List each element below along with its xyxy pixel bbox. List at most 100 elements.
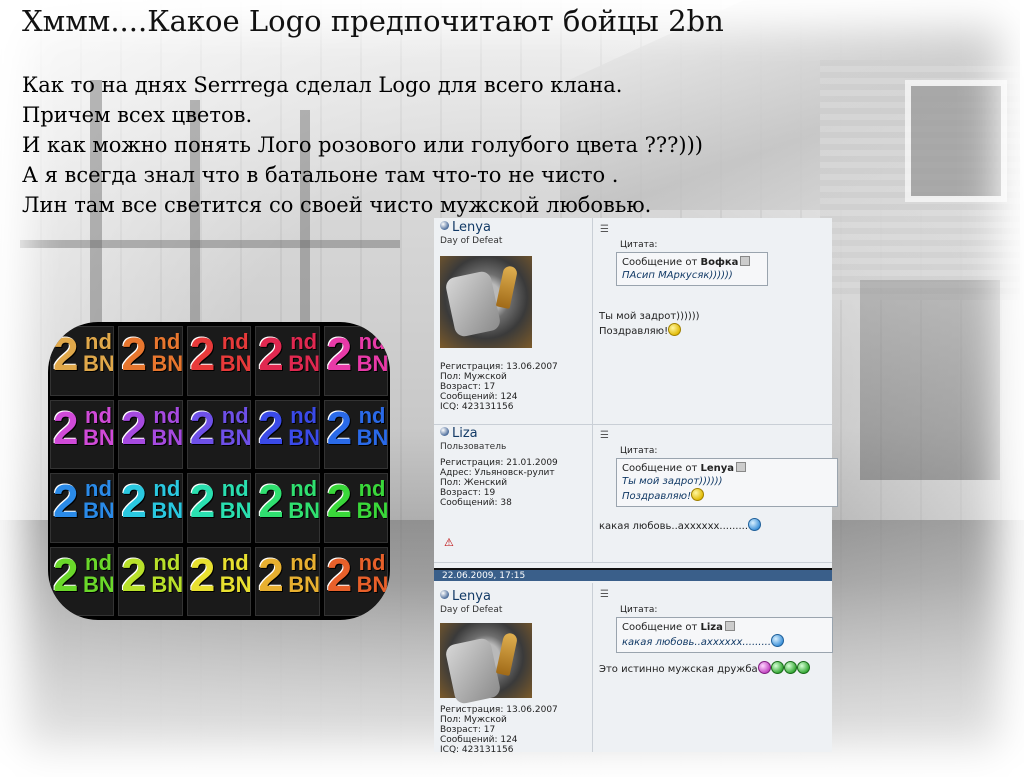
- user-pane: Lenya Day of Defeat Регистрация: 13.06.2…: [434, 218, 593, 424]
- logo-bn: BN: [219, 571, 252, 597]
- user-rank: Пользователь: [440, 442, 507, 452]
- logo-bn: BN: [151, 571, 183, 597]
- logo-suffix: nd: [221, 402, 249, 428]
- quote-text: Поздравляю!: [622, 488, 832, 503]
- logo-bn: BN: [83, 351, 115, 376]
- logo-suffix: nd: [290, 402, 318, 428]
- logo-number: 2: [53, 328, 79, 380]
- logo-tile: 2nd BN: [255, 546, 320, 616]
- smiley-icon: [796, 661, 810, 674]
- message-pane: ☰ Цитата: Сообщение от Liza какая любовь…: [596, 583, 833, 752]
- logo-suffix: nd: [85, 549, 112, 575]
- info-line: Пол: Женский: [440, 478, 508, 488]
- info-line: Сообщений: 124: [440, 392, 518, 402]
- house-doorway: [860, 280, 1000, 480]
- logo-bn: BN: [151, 498, 183, 523]
- logo-bn: BN: [288, 498, 320, 523]
- username-text: Lenya: [452, 220, 491, 235]
- logo-suffix: nd: [221, 549, 249, 575]
- info-line: Пол: Мужской: [440, 715, 507, 725]
- logo-number: 2: [326, 475, 353, 527]
- username-link[interactable]: Liza: [440, 426, 478, 441]
- logo-number: 2: [258, 401, 284, 454]
- status-icon: [440, 221, 449, 230]
- logo-number: 2: [189, 548, 216, 601]
- forum-screenshot: Lenya Day of Defeat Регистрация: 13.06.2…: [434, 218, 838, 755]
- logo-tile: 2nd BN: [50, 326, 115, 396]
- forum-post: Lenya Day of Defeat Регистрация: 13.06.2…: [434, 218, 832, 425]
- logo-suffix: nd: [153, 402, 181, 428]
- quote-author: Сообщение от Lenya: [622, 462, 832, 475]
- logo-number: 2: [121, 328, 147, 380]
- logo-number: 2: [189, 475, 216, 527]
- caption-line: Лин там все светится со своей чисто мужс…: [22, 193, 652, 217]
- logo-suffix: nd: [358, 549, 386, 575]
- logo-tile: 2nd BN: [323, 399, 388, 469]
- quote-label: Цитата:: [620, 240, 658, 250]
- caption-line: Как то на днях Serrrega сделал Logo для …: [22, 73, 623, 97]
- info-line: Сообщений: 124: [440, 735, 518, 745]
- page-title: Хммм....Какое Logo предпочитают бойцы 2b…: [22, 4, 724, 38]
- quote-text: какая любовь..ахххххх.........: [622, 634, 827, 649]
- logo-bn: BN: [356, 498, 388, 523]
- logo-suffix: nd: [221, 476, 249, 501]
- user-info: Регистрация: 21.01.2009 Адрес: Ульяновск…: [440, 458, 558, 508]
- status-icon: [440, 427, 449, 436]
- logo-tile: 2nd BN: [118, 399, 183, 469]
- page-icon: ☰: [600, 589, 609, 600]
- post-date-bar: 22.06.2009, 17:15: [434, 568, 832, 581]
- quote-box: Сообщение от Liza какая любовь..ахххххх.…: [616, 617, 833, 653]
- report-icon[interactable]: ⚠: [444, 536, 454, 549]
- logo-suffix: nd: [85, 476, 112, 501]
- logo-tile: 2nd BN: [118, 546, 183, 616]
- info-line: Регистрация: 13.06.2007: [440, 705, 558, 715]
- logo-bn: BN: [83, 498, 115, 523]
- logo-number: 2: [53, 401, 79, 454]
- username-link[interactable]: Lenya: [440, 220, 491, 235]
- quote-author: Сообщение от Liza: [622, 621, 827, 634]
- info-line: Сообщений: 38: [440, 498, 512, 508]
- user-rank: Day of Defeat: [440, 236, 503, 246]
- logo-tile: 2nd BN: [255, 326, 320, 396]
- logo-suffix: nd: [153, 476, 181, 501]
- logo-suffix: nd: [290, 476, 318, 501]
- logo-tile: 2nd BN: [255, 399, 320, 469]
- logo-tile: 2nd BN: [323, 326, 388, 396]
- logo-tile: 2nd BN: [50, 399, 115, 469]
- logo-number: 2: [189, 328, 216, 380]
- forum-post: Lenya Day of Defeat Регистрация: 13.06.2…: [434, 583, 833, 755]
- view-post-icon[interactable]: [724, 621, 735, 631]
- avatar: [440, 256, 532, 348]
- logo-number: 2: [326, 548, 353, 601]
- logo-suffix: nd: [221, 329, 249, 354]
- logo-bn: BN: [356, 351, 388, 376]
- logo-bn: BN: [151, 424, 183, 450]
- logo-number: 2: [258, 475, 284, 527]
- house-window: [905, 80, 1007, 202]
- smiley-icon: [771, 634, 785, 647]
- logo-suffix: nd: [85, 402, 112, 428]
- caption-line: Причем всех цветов.: [22, 103, 253, 127]
- username-link[interactable]: Lenya: [440, 589, 491, 604]
- logo-tile: 2nd BN: [50, 473, 115, 543]
- logo-bn: BN: [288, 351, 320, 376]
- message-pane: ☰ Цитата: Сообщение от Вофка ПАсип МАрку…: [596, 218, 832, 424]
- info-line: Возраст: 17: [440, 382, 496, 392]
- info-line: Адрес: Ульяновск-рулит: [440, 468, 555, 478]
- logo-suffix: nd: [358, 476, 386, 501]
- logo-bn: BN: [356, 571, 388, 597]
- logo-number: 2: [326, 401, 353, 454]
- page-icon: ☰: [600, 224, 609, 235]
- post-date: 22.06.2009, 17:15: [442, 571, 526, 581]
- logo-suffix: nd: [290, 549, 318, 575]
- logo-bn: BN: [151, 351, 183, 376]
- user-info: Регистрация: 13.06.2007 Пол: Мужской Воз…: [440, 705, 558, 755]
- logo-suffix: nd: [85, 329, 112, 354]
- logo-number: 2: [121, 401, 147, 454]
- smiley-icon: [770, 661, 784, 674]
- smiley-icon: [757, 661, 771, 674]
- info-line: Возраст: 19: [440, 488, 496, 498]
- view-post-icon[interactable]: [736, 462, 746, 472]
- view-post-icon[interactable]: [740, 256, 751, 266]
- info-line: ICQ: 423131156: [440, 745, 514, 755]
